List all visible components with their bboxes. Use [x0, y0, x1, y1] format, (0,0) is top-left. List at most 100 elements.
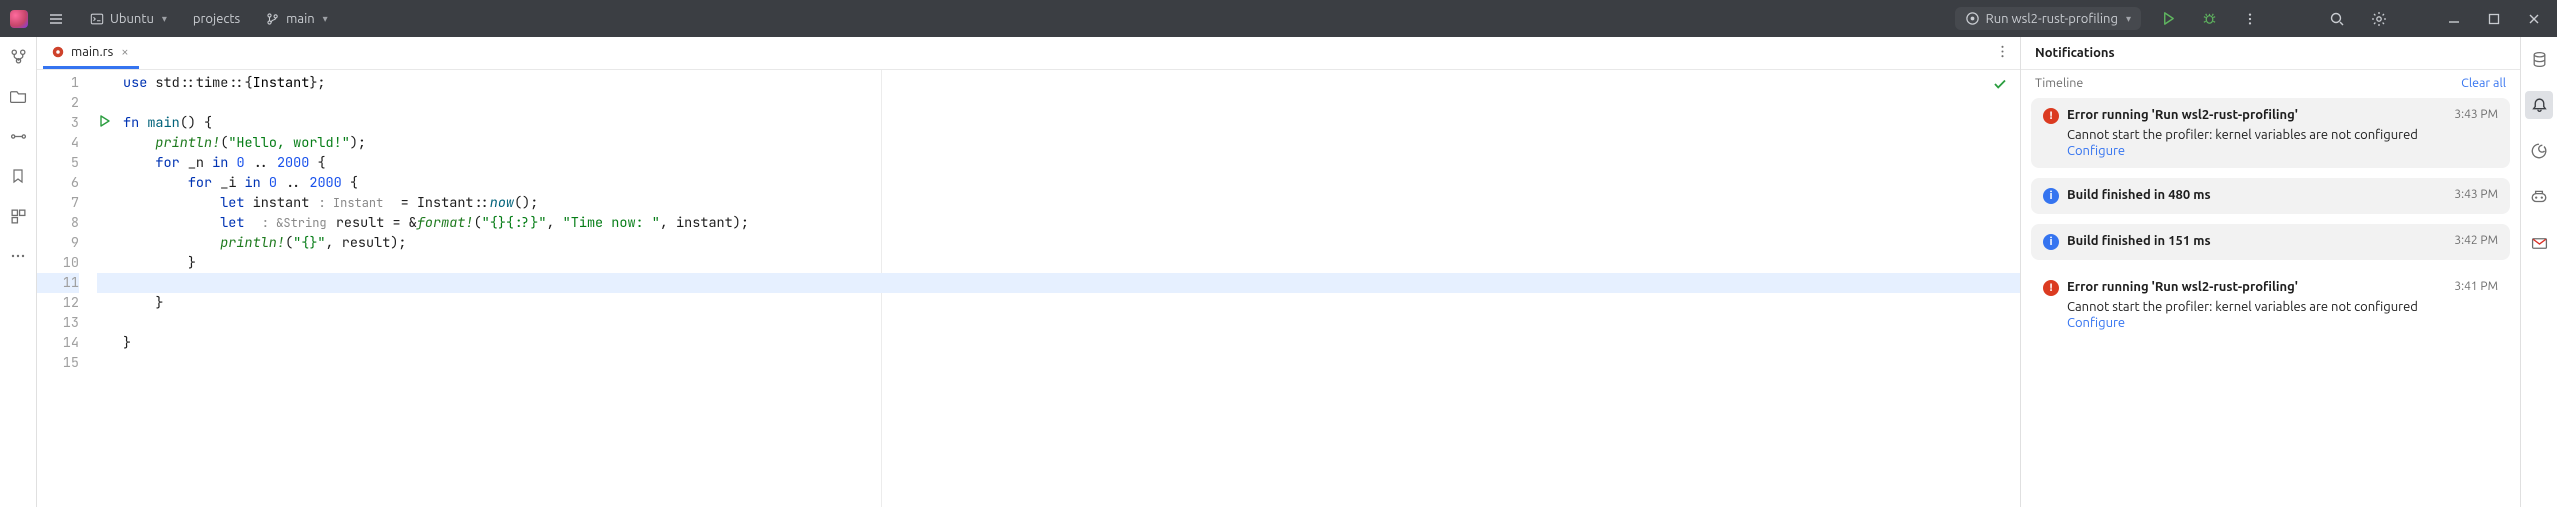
ai-swirl-icon [2530, 142, 2548, 160]
ai-tool-button[interactable] [2525, 137, 2553, 165]
line-number: 6 [37, 173, 79, 193]
wsl-distro-selector[interactable]: Ubuntu ▾ [84, 9, 173, 29]
vcs-tool-button[interactable] [7, 45, 29, 67]
editor-tabs: main.rs × [37, 37, 2020, 70]
title-bar: Ubuntu ▾ projects main ▾ Run wsl2-rust-p… [0, 0, 2557, 37]
notification-title: Build finished in 151 ms [2067, 234, 2446, 248]
timeline-label: Timeline [2035, 76, 2083, 90]
error-icon: ! [2043, 280, 2059, 296]
notification-title: Build finished in 480 ms [2067, 188, 2446, 202]
line-number: 7 [37, 193, 79, 213]
debug-button[interactable] [2196, 8, 2223, 29]
window-close-button[interactable] [2521, 9, 2547, 29]
close-icon [2527, 12, 2541, 26]
gmail-tool-button[interactable] [2525, 229, 2553, 257]
rust-file-icon [51, 45, 65, 59]
editor-tab[interactable]: main.rs × [43, 37, 139, 69]
project-breadcrumb[interactable]: projects [187, 9, 246, 29]
line-number: 12 [37, 293, 79, 313]
info-icon: i [2043, 234, 2059, 250]
search-icon [2329, 11, 2345, 27]
tab-filename: main.rs [71, 45, 113, 59]
editor-pane: main.rs × 1 2 3 4 5 6 7 8 9 10 11 1 [37, 37, 2020, 507]
notification-time: 3:42 PM [2454, 234, 2498, 247]
bookmark-icon [10, 168, 26, 184]
ide-logo-icon [10, 10, 28, 28]
folder-icon [10, 88, 27, 105]
window-minimize-button[interactable] [2441, 9, 2467, 29]
gear-icon [2371, 11, 2387, 27]
ellipsis-icon [10, 248, 26, 264]
minimize-icon [2447, 12, 2461, 26]
notification-action-link[interactable]: Configure [2067, 316, 2498, 330]
line-number: 13 [37, 313, 79, 333]
structure-tool-button[interactable] [7, 125, 29, 147]
copilot-icon [2530, 188, 2548, 206]
mail-icon [2531, 235, 2548, 252]
settings-button[interactable] [2365, 8, 2393, 30]
kebab-icon [2243, 12, 2257, 26]
maximize-icon [2487, 12, 2501, 26]
line-number-gutter: 1 2 3 4 5 6 7 8 9 10 11 12 13 14 15 [37, 70, 97, 507]
bug-icon [2202, 11, 2217, 26]
notification-message: Cannot start the profiler: kernel variab… [2067, 300, 2498, 314]
more-actions-button[interactable] [2237, 9, 2263, 29]
run-button[interactable] [2155, 8, 2182, 29]
clear-all-button[interactable]: Clear all [2461, 76, 2506, 90]
notifications-tool-button[interactable] [2525, 91, 2553, 119]
window-maximize-button[interactable] [2481, 9, 2507, 29]
line-number: 5 [37, 153, 79, 173]
line-number: 14 [37, 333, 79, 353]
notification-card[interactable]: i Build finished in 151 ms 3:42 PM [2031, 224, 2510, 260]
rust-target-icon [1965, 11, 1980, 26]
line-number: 9 [37, 233, 79, 253]
tabs-more-button[interactable] [1995, 44, 2010, 62]
bell-icon [2531, 97, 2548, 114]
hamburger-icon [48, 11, 64, 27]
copilot-tool-button[interactable] [2525, 183, 2553, 211]
type-hint: : Instant [309, 195, 392, 211]
more-tools-button[interactable] [7, 245, 29, 267]
notification-action-link[interactable]: Configure [2067, 144, 2498, 158]
wsl-distro-label: Ubuntu [110, 12, 154, 26]
project-tool-button[interactable] [7, 85, 29, 107]
main-menu-button[interactable] [42, 8, 70, 30]
bookmarks-tool-button[interactable] [7, 165, 29, 187]
notification-list: ! Error running 'Run wsl2-rust-profiling'… [2021, 94, 2520, 344]
chevron-down-icon: ▾ [323, 13, 328, 25]
cubes-icon [10, 208, 27, 225]
search-everywhere-button[interactable] [2323, 8, 2351, 30]
line-number: 11 [37, 273, 79, 293]
notification-time: 3:43 PM [2454, 108, 2498, 121]
code-editor[interactable]: 1 2 3 4 5 6 7 8 9 10 11 12 13 14 15 use … [37, 70, 2020, 507]
notification-time: 3:43 PM [2454, 188, 2498, 201]
chevron-down-icon: ▾ [2126, 13, 2131, 25]
kebab-icon [1995, 44, 2010, 59]
git-branch-selector[interactable]: main ▾ [260, 9, 334, 29]
build-tool-button[interactable] [7, 205, 29, 227]
notification-card[interactable]: ! Error running 'Run wsl2-rust-profiling'… [2031, 270, 2510, 340]
line-number: 1 [37, 73, 79, 93]
branch-icon [266, 12, 280, 26]
line-number: 15 [37, 353, 79, 373]
code-content[interactable]: use std::time::{Instant}; fn main() { pr… [97, 70, 2020, 507]
play-icon [2161, 11, 2176, 26]
right-tool-rail [2520, 37, 2557, 507]
notification-time: 3:41 PM [2454, 280, 2498, 293]
database-tool-button[interactable] [2525, 45, 2553, 73]
notification-card[interactable]: !Error running 'Run wsl2-rust-profiling'… [2031, 98, 2510, 168]
notification-card[interactable]: iBuild finished in 480 ms3:43 PM [2031, 178, 2510, 214]
chevron-down-icon: ▾ [162, 13, 167, 25]
left-tool-rail [0, 37, 37, 507]
type-hint: : &String [253, 215, 336, 231]
structure-icon [10, 128, 27, 145]
notifications-title: Notifications [2021, 37, 2520, 70]
notifications-panel: Notifications Timeline Clear all ! Error … [2020, 37, 2520, 507]
run-configuration-selector[interactable]: Run wsl2-rust-profiling ▾ [1955, 7, 2141, 30]
terminal-icon [90, 12, 104, 26]
database-icon [2531, 51, 2548, 68]
vcs-icon [10, 48, 27, 65]
notification-title: Error running 'Run wsl2-rust-profiling' [2067, 280, 2446, 294]
tab-close-button[interactable]: × [119, 45, 130, 59]
error-icon: ! [2043, 108, 2059, 124]
